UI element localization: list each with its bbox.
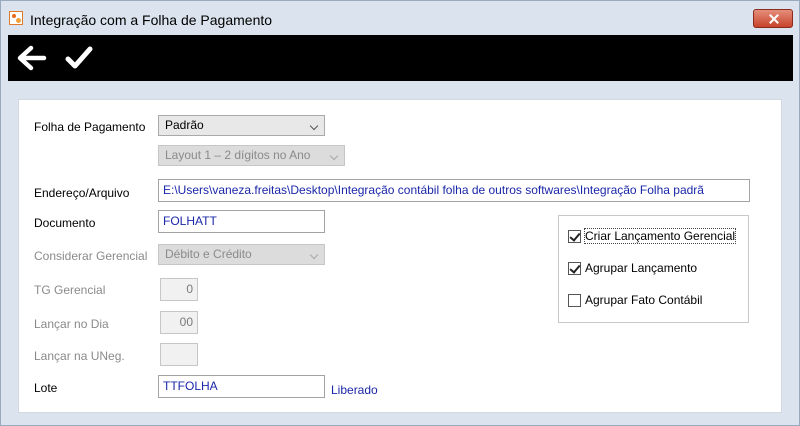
close-button[interactable]	[753, 9, 793, 28]
lote-label: Lote	[34, 381, 58, 395]
gerencial-select-value: Débito e Crédito	[165, 247, 252, 261]
title-bar: Integração com a Folha de Pagamento	[1, 1, 799, 35]
documento-input[interactable]: FOLHATT	[158, 210, 325, 233]
lancar-uneg-input[interactable]	[160, 343, 198, 366]
lancar-uneg-label: Lançar na UNeg.	[34, 349, 125, 363]
lote-input[interactable]: TTFOLHA	[158, 375, 325, 398]
chevron-down-icon	[329, 151, 339, 161]
criar-lancamento-label: Criar Lançamento Gerencial	[583, 228, 737, 244]
agrupar-fato-checkbox[interactable]: Agrupar Fato Contábil	[568, 292, 702, 308]
checkbox-unchecked-icon	[568, 293, 581, 307]
criar-lancamento-checkbox[interactable]: Criar Lançamento Gerencial	[568, 228, 737, 244]
arrow-left-icon	[17, 45, 47, 71]
gerencial-select[interactable]: Débito e Crédito	[158, 244, 325, 265]
chevron-down-icon	[309, 250, 319, 260]
lote-status: Liberado	[331, 383, 378, 397]
checkbox-checked-icon	[568, 229, 581, 243]
folha-label: Folha de Pagamento	[34, 120, 146, 134]
chevron-down-icon	[309, 121, 319, 131]
endereco-label: Endereço/Arquivo	[34, 186, 130, 200]
confirm-button[interactable]	[62, 42, 96, 74]
layout-select[interactable]: Layout 1 – 2 dígitos no Ano	[158, 145, 345, 166]
documento-label: Documento	[34, 216, 96, 230]
integration-window: Integração com a Folha de Pagamento Folh…	[0, 0, 800, 426]
toolbar	[8, 35, 793, 81]
checkbox-checked-icon	[568, 261, 581, 275]
endereco-input[interactable]: E:\Users\vaneza.freitas\Desktop\Integraç…	[158, 179, 750, 202]
tg-gerencial-label: TG Gerencial	[34, 283, 106, 297]
tg-gerencial-input[interactable]: 0	[160, 278, 198, 301]
check-icon	[65, 46, 93, 69]
agrupar-lancamento-label: Agrupar Lançamento	[585, 261, 698, 275]
agrupar-lancamento-checkbox[interactable]: Agrupar Lançamento	[568, 260, 697, 276]
back-button[interactable]	[14, 42, 48, 74]
folha-select[interactable]: Padrão	[158, 115, 325, 136]
layout-select-value: Layout 1 – 2 dígitos no Ano	[165, 148, 311, 162]
window-title: Integração com a Folha de Pagamento	[30, 12, 273, 28]
lancar-dia-input[interactable]: 00	[160, 311, 198, 334]
agrupar-fato-label: Agrupar Fato Contábil	[585, 293, 703, 307]
lancar-dia-label: Lançar no Dia	[34, 317, 109, 331]
folha-select-value: Padrão	[165, 118, 204, 132]
app-logo-icon	[9, 11, 23, 25]
gerencial-label: Considerar Gerencial	[34, 249, 148, 263]
